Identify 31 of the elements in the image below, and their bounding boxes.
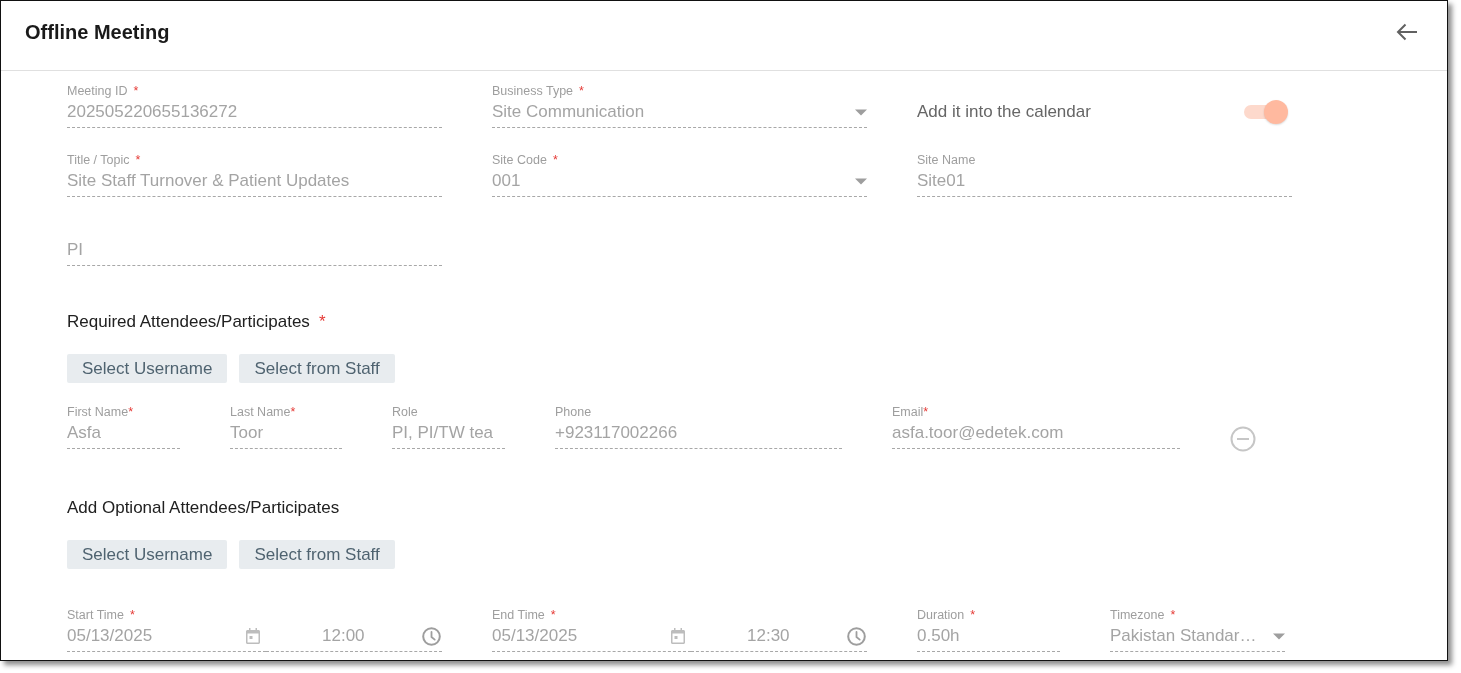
field-label: Phone <box>555 404 592 420</box>
field-label: Site Code * <box>492 152 558 168</box>
field-label: Duration * <box>917 607 976 623</box>
field-label: First Name* <box>67 404 133 420</box>
field-label: Title / Topic * <box>67 152 141 168</box>
caret-icon <box>855 177 867 185</box>
field-label: Site Name <box>917 152 976 168</box>
select-staff-button[interactable]: Select from Staff <box>239 540 395 569</box>
toggle-label: Add it into the calendar <box>917 100 1091 123</box>
field-label: Last Name* <box>230 404 296 420</box>
field-label: Email* <box>892 404 929 420</box>
caret-icon <box>1273 632 1285 640</box>
field-label: Start Time * <box>67 607 135 623</box>
clock-icon <box>422 626 441 646</box>
field-label: Meeting ID * <box>67 83 139 99</box>
field-label: Timezone * <box>1110 607 1176 623</box>
field-label: Role <box>392 404 418 420</box>
section-heading: Add Optional Attendees/Participates <box>67 497 340 519</box>
caret-icon <box>855 108 867 116</box>
select-staff-button[interactable]: Select from Staff <box>239 354 395 383</box>
select-username-button[interactable]: Select Username <box>67 354 228 383</box>
remove-icon[interactable] <box>1230 426 1256 452</box>
select-username-button[interactable]: Select Username <box>67 540 228 569</box>
window-title: Offline Meeting <box>25 19 170 45</box>
calendar-icon <box>671 628 685 644</box>
field-label: End Time * <box>492 607 556 623</box>
section-heading: Required Attendees/Participates * <box>67 311 326 333</box>
calendar-icon <box>246 628 260 644</box>
clock-icon <box>847 626 866 646</box>
back-arrow-icon[interactable] <box>1396 22 1418 41</box>
field-label: Business Type * <box>492 83 584 99</box>
